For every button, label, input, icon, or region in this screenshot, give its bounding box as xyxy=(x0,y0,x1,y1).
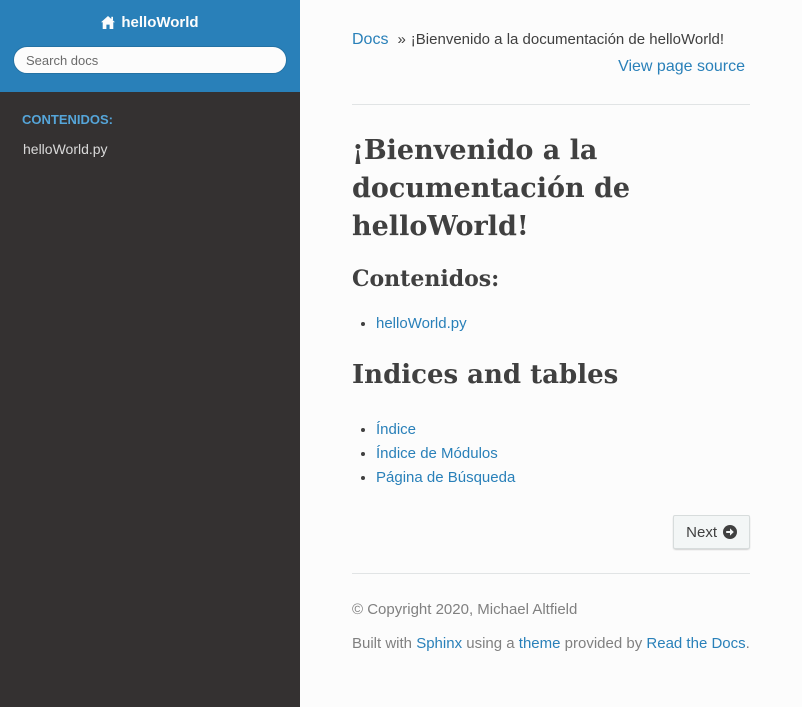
breadcrumb-separator: » xyxy=(397,31,406,48)
built-with-text: Built with Sphinx using a theme provided… xyxy=(352,634,750,653)
breadcrumb-current: ¡Bienvenido a la documentación de helloW… xyxy=(410,31,725,48)
footer-divider xyxy=(352,573,750,574)
toc-list: helloWorld.py xyxy=(352,312,750,336)
list-item: helloWorld.py xyxy=(376,312,750,336)
module-index-link[interactable]: Índice de Módulos xyxy=(376,445,498,462)
sphinx-link[interactable]: Sphinx xyxy=(416,635,462,652)
sidebar-header: helloWorld xyxy=(0,0,300,92)
list-item: Página de Búsqueda xyxy=(376,466,750,490)
search-container xyxy=(13,46,287,74)
toc-link-helloworld[interactable]: helloWorld.py xyxy=(376,315,467,332)
contents-heading: Contenidos: xyxy=(352,266,500,292)
sidebar: helloWorld CONTENIDOS: helloWorld.py xyxy=(0,0,300,707)
sidebar-item-helloworld[interactable]: helloWorld.py xyxy=(23,141,300,157)
indices-list: Índice Índice de Módulos Página de Búsqu… xyxy=(352,418,750,490)
list-item: Índice de Módulos xyxy=(376,442,750,466)
search-input[interactable] xyxy=(13,46,287,74)
brand-label: helloWorld xyxy=(121,14,199,31)
list-item: Índice xyxy=(376,418,750,442)
sidebar-caption: CONTENIDOS: xyxy=(22,112,113,127)
header-divider xyxy=(352,104,750,105)
brand-link[interactable]: helloWorld xyxy=(101,14,199,31)
main-content: Docs » ¡Bienvenido a la documentación de… xyxy=(352,0,750,653)
index-link[interactable]: Índice xyxy=(376,421,416,438)
pager: Next xyxy=(352,515,750,549)
search-page-link[interactable]: Página de Búsqueda xyxy=(376,469,515,486)
breadcrumb: Docs » ¡Bienvenido a la documentación de… xyxy=(352,31,750,49)
circle-arrow-right-icon xyxy=(723,525,737,539)
period: . xyxy=(745,635,750,652)
view-page-source-link[interactable]: View page source xyxy=(352,58,745,76)
next-button-label: Next xyxy=(686,523,717,541)
read-the-docs-link[interactable]: Read the Docs xyxy=(646,635,745,652)
home-icon xyxy=(101,16,116,29)
theme-link[interactable]: theme xyxy=(519,635,561,652)
built-prefix: Built with xyxy=(352,635,413,652)
page-title: ¡Bienvenido a la documentación de helloW… xyxy=(352,135,631,242)
copyright-text: © Copyright 2020, Michael Altfield xyxy=(352,601,578,618)
indices-heading: Indices and tables xyxy=(352,360,619,390)
using-a-text: using a xyxy=(466,635,515,652)
breadcrumb-docs-link[interactable]: Docs xyxy=(352,31,388,49)
next-button[interactable]: Next xyxy=(673,515,750,549)
provided-by-text: provided by xyxy=(564,635,643,652)
